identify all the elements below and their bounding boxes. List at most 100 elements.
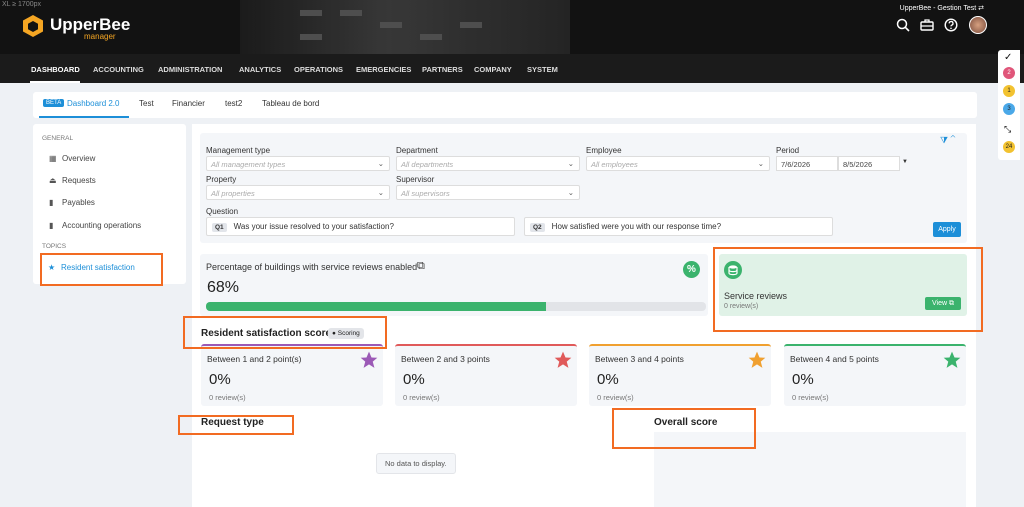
score-card-4-5: Between 4 and 5 points 0% 0 review(s) [784, 344, 966, 406]
star-icon [554, 351, 572, 368]
collapse-arrows-icon[interactable]: ⤡ [1004, 124, 1011, 135]
score-range-label: Between 2 and 3 points [401, 354, 490, 364]
caret-down-icon[interactable]: ▼ [902, 159, 908, 165]
score-card-1-2: Between 1 and 2 point(s) 0% 0 review(s) [201, 344, 383, 406]
external-link-icon[interactable]: ⧉ [417, 260, 425, 273]
score-percent: 0% [792, 371, 814, 388]
period-end-date[interactable]: 8/5/2026 [838, 156, 900, 171]
percentage-value: 68% [207, 279, 240, 296]
nav-operations[interactable]: OPERATIONS [294, 65, 343, 74]
help-icon[interactable] [944, 18, 958, 32]
dashboard-tabs: BETA Dashboard 2.0 Test Financier test2 … [33, 92, 977, 118]
tab-tableau-de-bord[interactable]: Tableau de bord [262, 99, 319, 108]
percentage-progress-bar [206, 302, 706, 311]
period-start-date[interactable]: 7/6/2026 [776, 156, 838, 171]
filter-collapse-icon[interactable]: ⧩ ⌃ [940, 135, 955, 146]
nav-active-underline [30, 81, 80, 83]
sidebar-heading-topics: TOPICS [42, 243, 67, 250]
no-data-message: No data to display. [376, 453, 456, 474]
star-icon [943, 351, 961, 368]
apply-button[interactable]: Apply [933, 222, 961, 237]
question-q2[interactable]: Q2 How satisfied were you with our respon… [524, 217, 833, 236]
score-card-2-3: Between 2 and 3 points 0% 0 review(s) [395, 344, 577, 406]
star-icon [748, 351, 766, 368]
management-type-label: Management type [206, 146, 271, 155]
grid-icon: ▦ [49, 154, 57, 163]
property-label: Property [206, 175, 237, 184]
supervisor-select[interactable]: All supervisors ⌄ [396, 185, 580, 200]
score-reviews: 0 review(s) [403, 393, 440, 402]
q2-tag: Q2 [530, 223, 545, 232]
nav-dashboard[interactable]: DASHBOARD [31, 65, 80, 74]
beta-badge: BETA [43, 99, 65, 107]
notification-badge-blue[interactable]: 3 [1003, 103, 1015, 115]
department-select[interactable]: All departments ⌄ [396, 156, 580, 171]
header-building-image [240, 0, 570, 54]
annotation-box-overall-score [612, 408, 756, 449]
score-range-label: Between 1 and 2 point(s) [207, 354, 302, 364]
score-range-label: Between 4 and 5 points [790, 354, 879, 364]
sidebar-item-overview[interactable]: ▦ Overview [49, 154, 95, 163]
nav-partners[interactable]: PARTNERS [422, 65, 463, 74]
user-avatar[interactable] [969, 16, 987, 34]
score-card-3-4: Between 3 and 4 points 0% 0 review(s) [589, 344, 771, 406]
progress-fill [206, 302, 546, 311]
question-label: Question [206, 207, 239, 216]
tab-active-underline [39, 116, 129, 118]
top-header: XL ≥ 1700px UpperBee manager UpperBee - … [0, 0, 1024, 54]
tab-financier[interactable]: Financier [172, 99, 205, 108]
score-reviews: 0 review(s) [792, 393, 829, 402]
period-label: Period [776, 146, 800, 155]
chevron-down-icon: ⌄ [757, 159, 764, 168]
management-type-select[interactable]: All management types ⌄ [206, 156, 390, 171]
nav-system[interactable]: SYSTEM [527, 65, 558, 74]
score-range-label: Between 3 and 4 points [595, 354, 684, 364]
breakpoint-indicator: XL ≥ 1700px [2, 1, 41, 8]
department-label: Department [396, 146, 438, 155]
question-q1[interactable]: Q1 Was your issue resolved to your satisf… [206, 217, 515, 236]
upperbee-logo-icon[interactable] [22, 14, 44, 38]
star-icon [360, 351, 378, 368]
percent-icon: % [683, 261, 700, 278]
document-icon: ▮ [49, 221, 54, 230]
annotation-box-satisfaction-score [183, 316, 387, 349]
sidebar-item-label: Overview [62, 154, 96, 163]
check-icon[interactable]: ✓ [1004, 52, 1012, 63]
nav-administration[interactable]: ADMINISTRATION [158, 65, 222, 74]
annotation-box-request-type [178, 415, 294, 435]
chevron-down-icon: ⌄ [377, 159, 384, 168]
notification-badge-count[interactable]: 24 [1003, 141, 1015, 153]
toolbox-icon[interactable] [920, 18, 934, 32]
sidebar-item-requests[interactable]: ⏏ Requests [49, 176, 96, 185]
score-reviews: 0 review(s) [209, 393, 246, 402]
property-select[interactable]: All properties ⌄ [206, 185, 390, 200]
tenant-switcher[interactable]: UpperBee - Gestion Test ⇄ [900, 4, 984, 12]
percentage-card-title: Percentage of buildings with service rev… [206, 262, 418, 272]
nav-company[interactable]: COMPANY [474, 65, 512, 74]
chevron-down-icon: ⌄ [567, 188, 574, 197]
tab-dashboard-2[interactable]: Dashboard 2.0 [67, 99, 119, 108]
document-icon: ▮ [49, 198, 54, 207]
search-icon[interactable] [896, 18, 910, 32]
sidebar-heading-general: GENERAL [42, 135, 74, 142]
sidebar-item-payables[interactable]: ▮ Payables [49, 198, 95, 207]
score-percent: 0% [597, 371, 619, 388]
employee-label: Employee [586, 146, 622, 155]
brand-subtitle: manager [84, 32, 116, 41]
tab-test2[interactable]: test2 [225, 99, 242, 108]
tab-test[interactable]: Test [139, 99, 154, 108]
nav-analytics[interactable]: ANALYTICS [239, 65, 281, 74]
nav-emergencies[interactable]: EMERGENCIES [356, 65, 411, 74]
eject-icon: ⏏ [49, 176, 57, 185]
sidebar-item-label: Accounting operations [62, 221, 142, 230]
nav-accounting[interactable]: ACCOUNTING [93, 65, 144, 74]
q1-tag: Q1 [212, 223, 227, 232]
score-percent: 0% [209, 371, 231, 388]
score-reviews: 0 review(s) [597, 393, 634, 402]
notification-badge-red[interactable]: 2 [1003, 67, 1015, 79]
employee-select[interactable]: All employees ⌄ [586, 156, 770, 171]
sidebar-item-label: Requests [62, 176, 96, 185]
sidebar-item-accounting-operations[interactable]: ▮ Accounting operations [49, 221, 141, 230]
annotation-box-service-reviews [713, 247, 983, 332]
notification-badge-yellow[interactable]: 1 [1003, 85, 1015, 97]
